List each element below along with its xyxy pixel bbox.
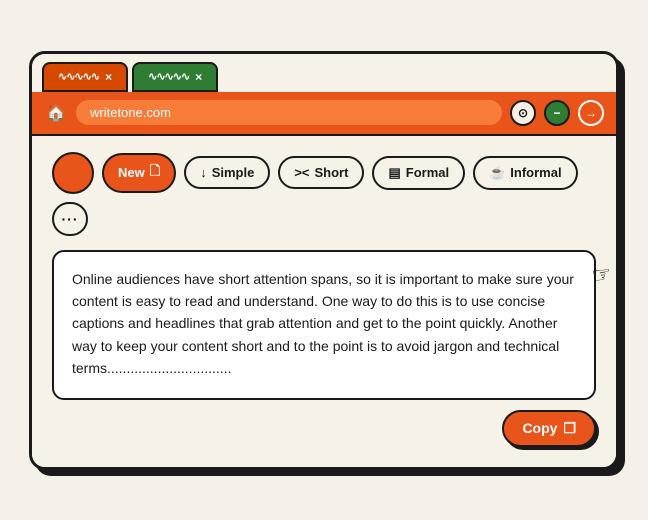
copy-btn-row: Copy ❐ bbox=[52, 410, 596, 447]
copy-button[interactable]: Copy ❐ bbox=[502, 410, 596, 447]
tab-2[interactable]: ∿∿∿∿∿ × bbox=[132, 62, 218, 92]
tab1-close-icon[interactable]: × bbox=[105, 70, 112, 84]
tab2-close-icon[interactable]: × bbox=[195, 70, 202, 84]
new-icon: 🗋 bbox=[150, 162, 160, 184]
text-box-wrapper: Online audiences have short attention sp… bbox=[52, 250, 596, 447]
short-button[interactable]: >< Short bbox=[278, 156, 364, 189]
main-content: New 🗋 ↓ Simple >< Short ▤ Formal ☕ Infor… bbox=[32, 136, 616, 467]
copy-label: Copy bbox=[522, 420, 557, 436]
minus-icon: − bbox=[553, 106, 560, 120]
text-box: Online audiences have short attention sp… bbox=[52, 250, 596, 400]
tab1-squiggle: ∿∿∿∿∿ bbox=[58, 70, 99, 83]
address-bar-row: 🏠 ⊙ − → bbox=[32, 92, 616, 136]
tab2-squiggle: ∿∿∿∿∿ bbox=[148, 70, 189, 83]
new-button[interactable]: New 🗋 bbox=[102, 153, 176, 193]
avatar bbox=[52, 152, 94, 194]
short-icon: >< bbox=[294, 165, 309, 180]
browser-window: ∿∿∿∿∿ × ∿∿∿∿∿ × 🏠 ⊙ − → New 🗋 bbox=[29, 51, 619, 470]
circle-btn[interactable]: ⊙ bbox=[510, 100, 536, 126]
formal-button[interactable]: ▤ Formal bbox=[372, 156, 465, 190]
simple-icon: ↓ bbox=[200, 165, 207, 180]
minimize-btn[interactable]: − bbox=[544, 100, 570, 126]
formal-label: Formal bbox=[406, 165, 449, 180]
informal-icon: ☕ bbox=[489, 165, 505, 181]
new-label: New bbox=[118, 165, 145, 180]
formal-icon: ▤ bbox=[388, 165, 400, 181]
simple-button[interactable]: ↓ Simple bbox=[184, 156, 270, 189]
arrow-icon: → bbox=[585, 106, 597, 120]
more-icon: ··· bbox=[62, 211, 79, 227]
copy-icon: ❐ bbox=[563, 420, 576, 437]
home-icon[interactable]: 🏠 bbox=[44, 101, 68, 125]
content-text: Online audiences have short attention sp… bbox=[72, 268, 576, 380]
informal-button[interactable]: ☕ Informal bbox=[473, 156, 577, 190]
address-input[interactable] bbox=[76, 100, 502, 125]
toolbar: New 🗋 ↓ Simple >< Short ▤ Formal ☕ Infor… bbox=[52, 152, 596, 236]
informal-label: Informal bbox=[510, 165, 561, 180]
record-icon: ⊙ bbox=[518, 106, 528, 120]
close-btn[interactable]: → bbox=[578, 100, 604, 126]
short-label: Short bbox=[315, 165, 349, 180]
simple-label: Simple bbox=[212, 165, 255, 180]
tab-1[interactable]: ∿∿∿∿∿ × bbox=[42, 62, 128, 92]
tab-bar: ∿∿∿∿∿ × ∿∿∿∿∿ × bbox=[32, 54, 616, 92]
more-button[interactable]: ··· bbox=[52, 202, 88, 236]
cursor-icon: ☞ bbox=[590, 260, 614, 289]
